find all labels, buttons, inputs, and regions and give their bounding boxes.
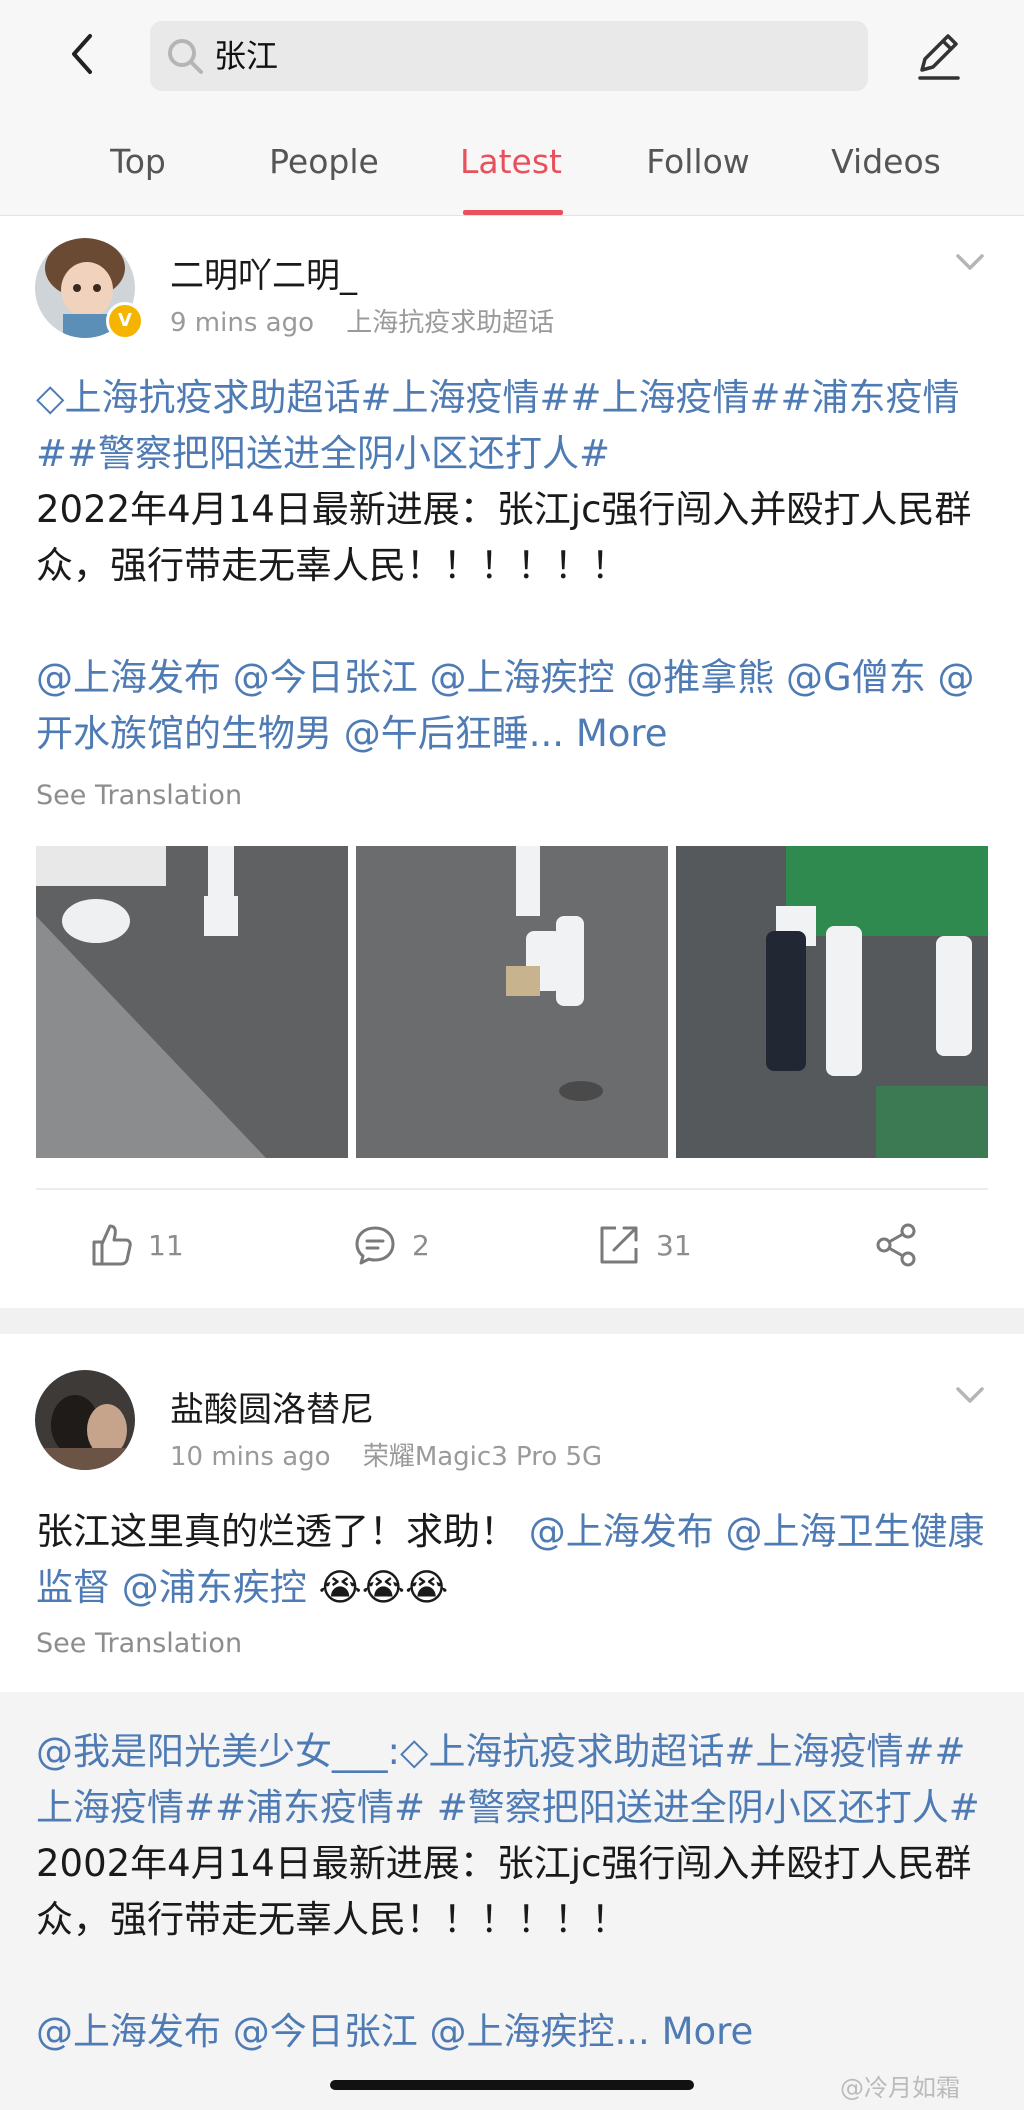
divider [36, 1188, 988, 1190]
post-text: 张江这里真的烂透了！求助！ [36, 1510, 517, 1553]
post-source[interactable]: 上海抗疫求助超话 [346, 308, 554, 338]
more-link[interactable]: More [576, 712, 668, 755]
repost-icon [600, 1226, 638, 1264]
post-username[interactable]: 二明吖二明_ [170, 248, 357, 297]
photo-street-scene [676, 846, 988, 1158]
avatar-image [35, 1370, 135, 1470]
avatar[interactable] [35, 1370, 135, 1470]
post-body: ◇上海抗疫求助超话#上海疫情##上海疫情##浦东疫情##警察把阳送进全阴小区还打… [36, 370, 986, 762]
search-query: 张江 [214, 37, 279, 75]
see-translation-link[interactable]: See Translation [36, 1628, 242, 1659]
tab-latest[interactable]: Latest [431, 142, 591, 181]
share-button[interactable] [874, 1222, 934, 1268]
back-button[interactable] [58, 28, 110, 80]
chevron-down-icon[interactable] [952, 1383, 988, 1407]
post-meta: 9 mins ago 上海抗疫求助超话 [170, 302, 578, 339]
share-icon [876, 1223, 916, 1267]
supertopic-icon: ◇ [36, 376, 65, 419]
repost-count: 31 [656, 1228, 692, 1262]
verified-badge: V [106, 302, 144, 340]
hashtag-line[interactable]: 上海抗疫求助超话#上海疫情##上海疫情##浦东疫情##警察把阳送进全阴小区还打人… [36, 376, 959, 475]
photo-street-scene [36, 846, 348, 1158]
quoted-text: 2002年4月14日最新进展：张江jc强行闯入并殴打人民群众，强行带走无辜人民！… [36, 1842, 972, 1941]
search-input[interactable]: 张江 [150, 21, 868, 91]
like-button[interactable]: 11 [88, 1222, 184, 1268]
post-photo[interactable] [36, 846, 348, 1158]
pen-icon [918, 34, 960, 80]
post-separator [0, 1308, 1024, 1334]
top-bar: 张江 Top People Latest Follow Videos [0, 0, 1024, 216]
repost-button[interactable]: 31 [596, 1222, 692, 1268]
home-indicator [330, 2080, 694, 2090]
post-meta: 10 mins ago 荣耀Magic3 Pro 5G [170, 1436, 626, 1473]
quoted-post-body: @我是阳光美少女___:◇上海抗疫求助超话#上海疫情##上海疫情##浦东疫情# … [36, 1724, 986, 2060]
tab-people[interactable]: People [244, 142, 404, 181]
post-text: 2022年4月14日最新进展：张江jc强行闯入并殴打人民群众，强行带走无辜人民！… [36, 488, 972, 587]
more-link[interactable]: More [662, 2010, 754, 2053]
quoted-user[interactable]: @我是阳光美少女___: [36, 1730, 400, 1773]
post-time: 10 mins ago [170, 1442, 331, 1472]
mention-line[interactable]: @上海发布 @今日张江 @上海疾控 @推拿熊 @G僧东 @开水族馆的生物男 @午… [36, 656, 974, 755]
tab-bar: Top People Latest Follow Videos [0, 128, 1024, 215]
post-photo[interactable] [676, 846, 988, 1158]
post-photo[interactable] [356, 846, 668, 1158]
post-time: 9 mins ago [170, 308, 314, 338]
thumbs-up-icon [92, 1224, 132, 1266]
post-username[interactable]: 盐酸圆洛替尼 [170, 1382, 374, 1431]
mention-line[interactable]: @上海发布 @今日张江 @上海疾控... [36, 2010, 650, 2053]
chevron-left-icon [72, 34, 92, 74]
comment-icon [355, 1226, 395, 1265]
like-count: 11 [148, 1228, 184, 1262]
watermark: @冷月如霜 [840, 2074, 960, 2102]
comment-button[interactable]: 2 [352, 1222, 430, 1268]
photo-street-scene [356, 846, 668, 1158]
comment-count: 2 [412, 1228, 430, 1262]
tab-top[interactable]: Top [58, 142, 218, 181]
post-source: 荣耀Magic3 Pro 5G [362, 1442, 603, 1472]
post-body: 张江这里真的烂透了！求助！ @上海发布 @上海卫生健康监督 @浦东疾控 😭😭😭 [36, 1504, 986, 1616]
tab-videos[interactable]: Videos [806, 142, 966, 181]
compose-button[interactable] [908, 26, 968, 86]
tab-follow[interactable]: Follow [618, 142, 778, 181]
crying-emoji: 😭😭😭 [318, 1566, 449, 1609]
search-icon [168, 39, 203, 74]
supertopic-icon: ◇ [399, 1730, 429, 1773]
chevron-down-icon[interactable] [952, 250, 988, 274]
active-tab-indicator [463, 210, 563, 215]
see-translation-link[interactable]: See Translation [36, 780, 242, 811]
